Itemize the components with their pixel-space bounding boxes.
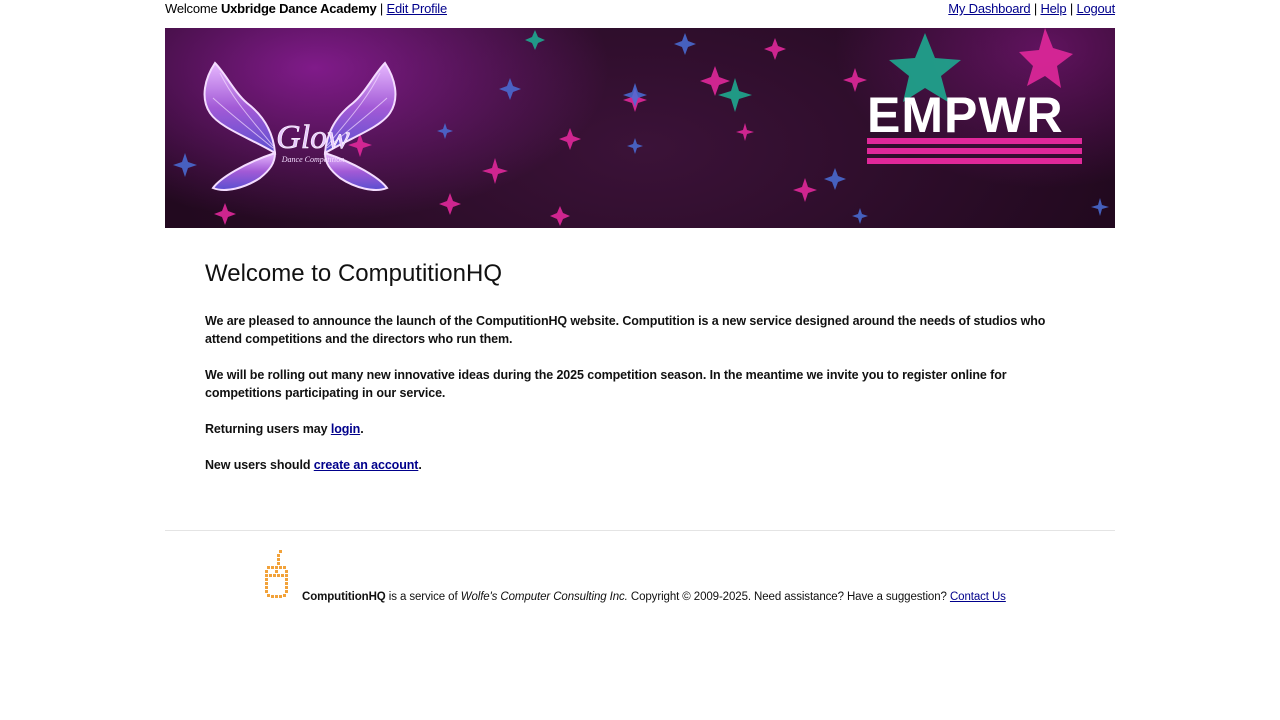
returning-users-period: . [360,422,364,436]
footer-company: Wolfe's Computer Consulting Inc. [460,591,628,603]
new-users-period: . [418,458,422,472]
help-link[interactable]: Help [1040,1,1066,16]
footer-divider [165,530,1115,531]
top-bar: Welcome Uxbridge Dance Academy | Edit Pr… [165,1,1115,19]
computer-mouse-icon [265,550,288,598]
returning-users-text: Returning users may [205,422,328,436]
footer-brand: ComputitionHQ [302,591,386,603]
returning-users-line: Returning users may login. [205,420,1065,438]
footer: ComputitionHQ is a service of Wolfe's Co… [263,548,1063,608]
footer-copyright: Copyright © 2009-2025. Need assistance? … [630,591,947,603]
intro-paragraph: We are pleased to announce the launch of… [205,314,1046,346]
new-users-line: New users should create an account. [205,456,1065,474]
season-paragraph: We will be rolling out many new innovati… [205,368,1007,400]
login-link[interactable]: login [331,422,360,436]
studio-name: Uxbridge Dance Academy [220,1,377,16]
glow-logo-subtext: Dance Competition [281,155,344,164]
empwr-stripes-icon [867,138,1082,164]
create-account-link[interactable]: create an account [314,458,419,472]
banner-artwork: Glow Dance Competition EMPWR [173,28,1109,226]
separator: | [379,1,384,16]
footer-service-of: is a service of [388,591,458,603]
separator: | [1033,1,1038,16]
account-links: My Dashboard | Help | Logout [948,1,1115,17]
welcome-label: Welcome [165,1,218,16]
empwr-logo-text: EMPWR [867,87,1064,143]
glow-logo-text: Glow [276,119,350,156]
new-users-text: New users should [205,458,311,472]
footer-text: ComputitionHQ is a service of Wolfe's Co… [302,590,1006,604]
main-content: Welcome to ComputitionHQ We are pleased … [205,258,1065,492]
edit-profile-link[interactable]: Edit Profile [387,1,448,16]
welcome-area: Welcome Uxbridge Dance Academy | Edit Pr… [165,1,447,17]
contact-us-link[interactable]: Contact Us [950,591,1006,603]
logout-link[interactable]: Logout [1076,1,1115,16]
page-title: Welcome to ComputitionHQ [205,260,502,287]
event-banner: Glow Dance Competition EMPWR [165,28,1115,228]
my-dashboard-link[interactable]: My Dashboard [948,1,1030,16]
separator: | [1069,1,1074,16]
